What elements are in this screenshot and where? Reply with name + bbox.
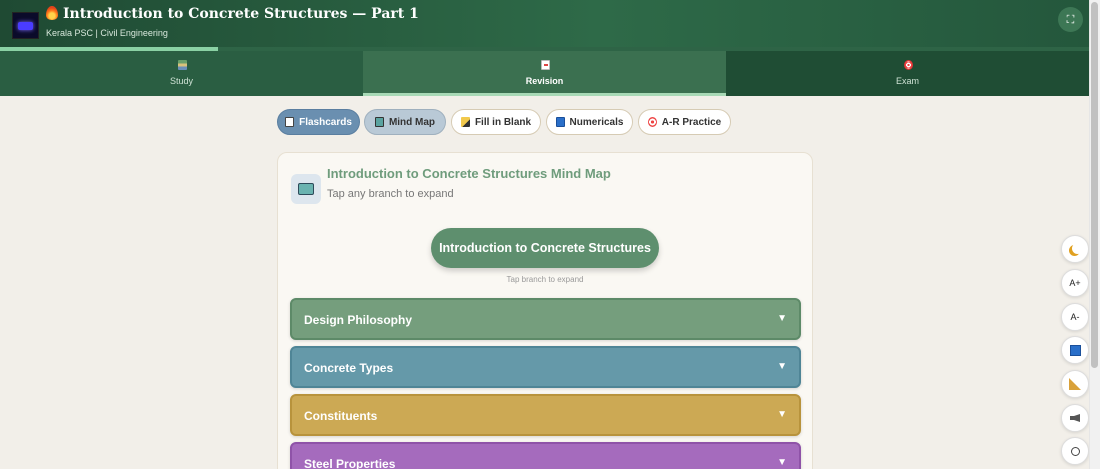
chevron-down-icon: ▼ — [777, 457, 787, 468]
numericals-button[interactable]: Numericals — [546, 109, 633, 135]
mind-map-root-node[interactable]: Introduction to Concrete Structures — [431, 228, 659, 268]
app-logo — [12, 12, 39, 39]
abacus-icon — [1069, 344, 1081, 356]
chevron-down-icon: ▼ — [777, 409, 787, 420]
mind-map-title: Introduction to Concrete Structures Mind… — [327, 166, 611, 181]
tab-exam[interactable]: Exam — [726, 51, 1089, 96]
speaker-icon — [1070, 414, 1080, 422]
fullscreen-button[interactable]: ⛶ — [1058, 7, 1083, 32]
logo-mark — [18, 22, 33, 30]
speaker-button[interactable] — [1061, 404, 1089, 432]
root-hint: Tap branch to expand — [506, 275, 584, 284]
ruler-icon — [1069, 378, 1081, 390]
mind-map-subtitle: Tap any branch to expand — [327, 188, 454, 200]
branch-label: Constituents — [304, 409, 378, 423]
mind-map-button[interactable]: Mind Map — [364, 109, 446, 135]
ar-practice-button[interactable]: A-R Practice — [638, 109, 731, 135]
branch-label: Concrete Types — [304, 361, 394, 375]
fill-in-blank-button[interactable]: Fill in Blank — [451, 109, 541, 135]
power-icon — [1070, 446, 1080, 456]
branch-constituents[interactable]: Constituents ▼ — [290, 394, 801, 436]
abacus-button[interactable] — [1061, 336, 1089, 364]
flashcards-button[interactable]: Flashcards — [277, 109, 360, 135]
numbers-icon — [555, 117, 565, 127]
font-increase-button[interactable]: A+ — [1061, 269, 1089, 297]
dart-icon — [647, 117, 657, 127]
dark-mode-button[interactable] — [1061, 235, 1089, 263]
branch-steel-properties[interactable]: Steel Properties ▼ — [290, 442, 801, 469]
branch-concrete-types[interactable]: Concrete Types ▼ — [290, 346, 801, 388]
tab-exam-label: Exam — [895, 76, 919, 86]
moon-icon — [1072, 243, 1083, 254]
tab-revision[interactable]: Revision — [363, 51, 726, 96]
app-header: Introduction to Concrete Structures — Pa… — [0, 0, 1089, 96]
branch-label: Design Philosophy — [304, 313, 413, 327]
branch-design-philosophy[interactable]: Design Philosophy ▼ — [290, 298, 801, 340]
map-icon — [291, 174, 321, 204]
page-subtitle: Kerala PSC | Civil Engineering — [46, 28, 168, 38]
power-button[interactable] — [1061, 437, 1089, 465]
card-icon — [285, 117, 295, 127]
tab-revision-label: Revision — [525, 76, 564, 86]
chevron-down-icon: ▼ — [777, 313, 787, 324]
mind-map-card: Introduction to Concrete Structures Mind… — [277, 152, 813, 469]
fill-in-blank-label: Fill in Blank — [474, 116, 532, 128]
page-title: Introduction to Concrete Structures — Pa… — [46, 6, 419, 22]
fire-icon — [46, 6, 58, 20]
target-icon — [903, 60, 913, 70]
mind-map-label: Mind Map — [388, 116, 436, 128]
tab-study-label: Study — [169, 76, 193, 86]
ar-practice-label: A-R Practice — [661, 116, 722, 128]
books-icon — [177, 60, 187, 70]
numericals-label: Numericals — [569, 116, 624, 128]
map-glyph — [298, 183, 314, 195]
memo-icon — [540, 60, 550, 70]
chevron-down-icon: ▼ — [777, 361, 787, 372]
title-bar: Introduction to Concrete Structures — Pa… — [0, 0, 1089, 48]
map-icon — [374, 117, 384, 127]
flashcards-label: Flashcards — [299, 116, 352, 128]
branch-label: Steel Properties — [304, 457, 396, 469]
main-tabs: Study Revision Exam — [0, 51, 1089, 96]
scrollbar-thumb[interactable] — [1091, 2, 1098, 368]
pencil-icon — [460, 117, 470, 127]
font-decrease-button[interactable]: A- — [1061, 303, 1089, 331]
page-title-text: Introduction to Concrete Structures — Pa… — [63, 6, 419, 22]
tab-study[interactable]: Study — [0, 51, 363, 96]
ruler-button[interactable] — [1061, 370, 1089, 398]
